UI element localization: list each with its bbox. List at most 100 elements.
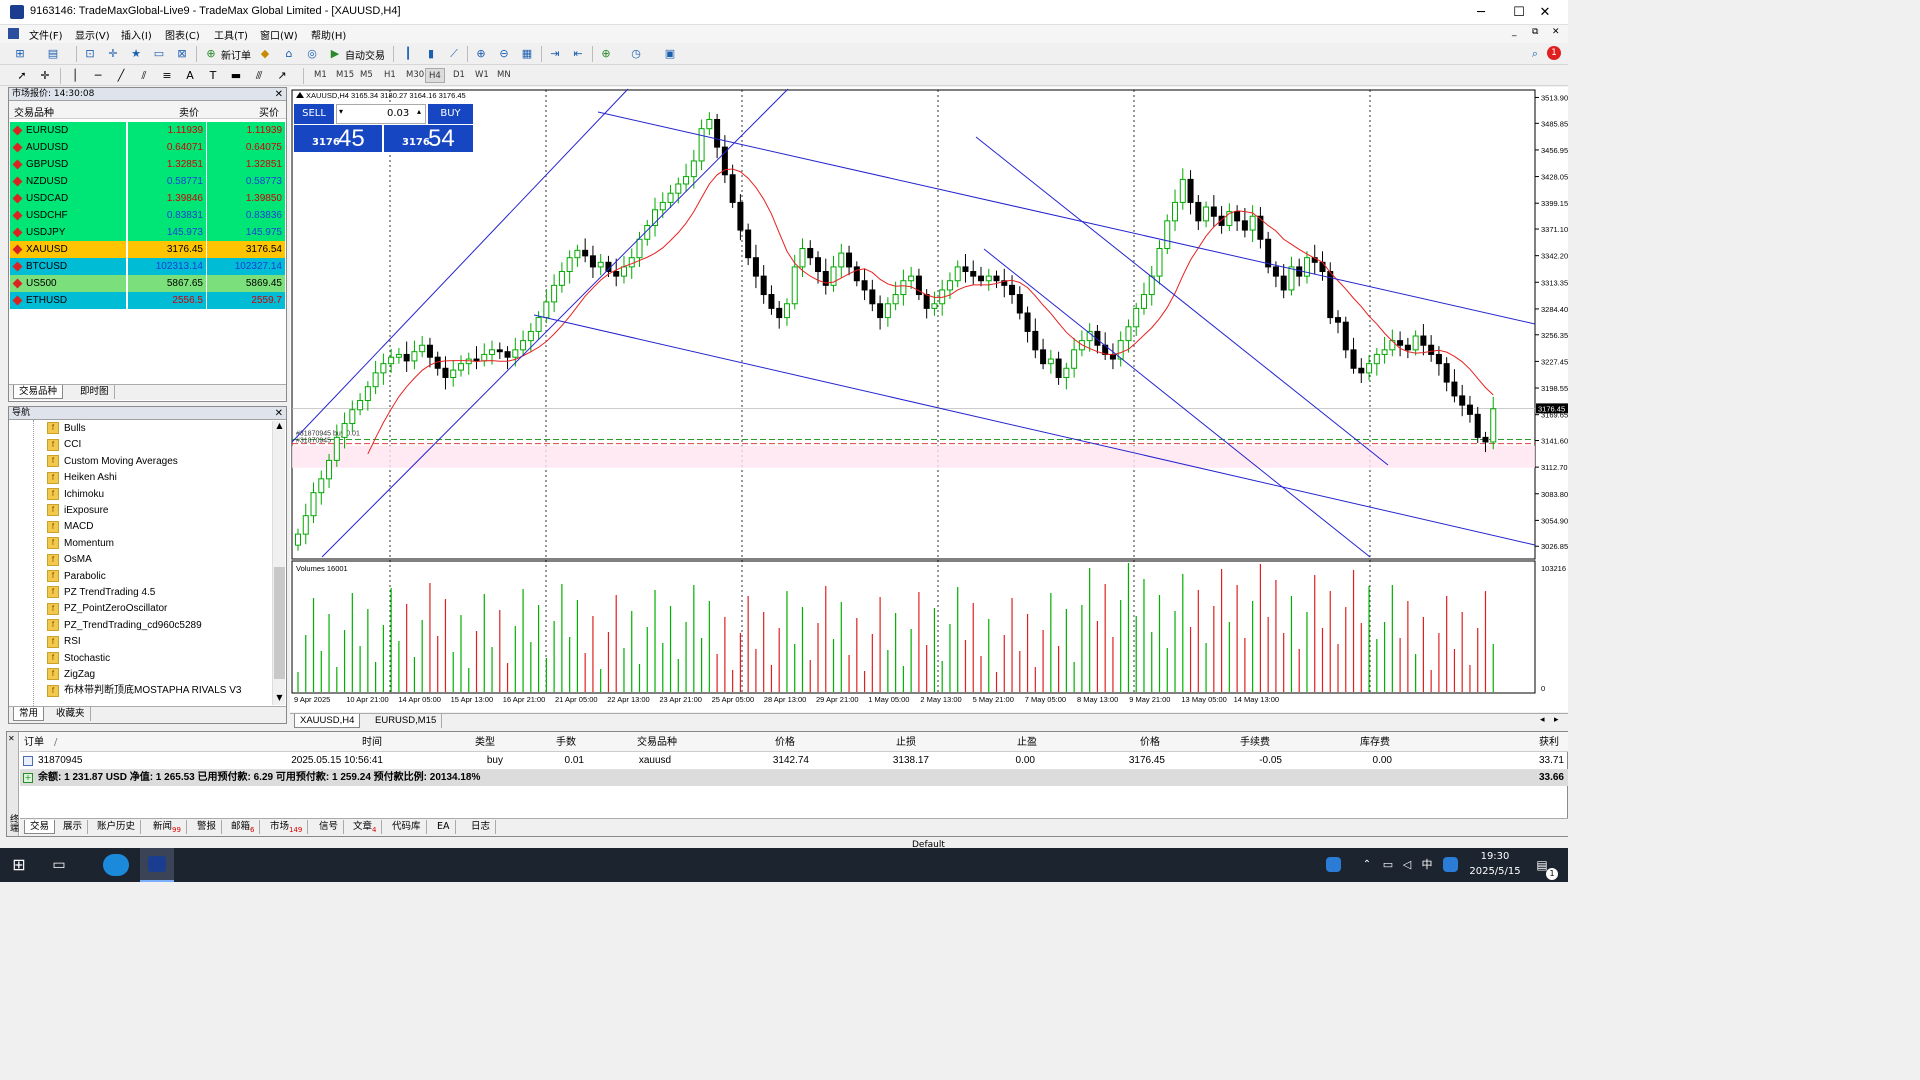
navigator-item[interactable]: f Custom Moving Averages: [47, 454, 178, 470]
indicators-icon[interactable]: ⊕: [598, 46, 614, 62]
terminal-tab[interactable]: 日志: [466, 820, 497, 834]
col-sl[interactable]: 止损: [896, 734, 916, 751]
col-symbol[interactable]: 交易品种: [14, 104, 54, 119]
col-symbol[interactable]: 交易品种: [637, 734, 677, 751]
tf-w1[interactable]: W1: [472, 68, 492, 83]
lot-decrease-icon[interactable]: ▾: [339, 107, 343, 116]
task-view-icon[interactable]: ▭: [46, 848, 72, 882]
vline-icon[interactable]: │: [67, 68, 83, 84]
close-icon[interactable]: ✕: [8, 734, 15, 743]
tester-icon[interactable]: ⊠: [174, 46, 190, 62]
market-watch-icon[interactable]: ⊡: [82, 46, 98, 62]
notification-badge[interactable]: 1: [1547, 46, 1561, 60]
mt4-taskbar-button[interactable]: [140, 848, 174, 882]
mdi-close-icon[interactable]: ✕: [1552, 27, 1560, 37]
col-time[interactable]: 时间: [362, 734, 382, 751]
col-ask[interactable]: 买价: [259, 104, 279, 119]
market-watch-row[interactable]: AUDUSD 0.64071 0.64075: [10, 139, 285, 156]
navigator-item[interactable]: f OsMA: [47, 552, 92, 568]
tab-favorites[interactable]: 收藏夹: [51, 707, 91, 721]
new-order-icon[interactable]: ⊕: [203, 46, 219, 62]
auto-trading-icon[interactable]: ▶: [327, 46, 343, 62]
channel-icon[interactable]: ⫽: [136, 68, 152, 84]
market-watch-row[interactable]: EURUSD 1.11939 1.11939: [10, 122, 285, 139]
tf-d1[interactable]: D1: [450, 68, 468, 83]
navigator-item[interactable]: f Ichimoku: [47, 487, 104, 503]
scroll-up-icon[interactable]: ▲: [274, 421, 285, 433]
chart-tab-eurusd[interactable]: EURUSD,M15: [370, 714, 443, 728]
buy-price-button[interactable]: 3176 54: [384, 125, 473, 152]
auto-trading-button[interactable]: 自动交易: [345, 47, 385, 62]
bar-chart-icon[interactable]: ┃: [400, 46, 416, 62]
navigator-item[interactable]: f 布林带判断顶底MOSTAPHA RIVALS V3: [47, 683, 241, 699]
col-open-price[interactable]: 价格: [775, 734, 795, 751]
terminal-tab[interactable]: 交易: [24, 820, 56, 834]
status-profile[interactable]: Default: [912, 840, 945, 848]
tf-m15[interactable]: M15: [333, 68, 357, 83]
sell-button[interactable]: SELL: [294, 104, 334, 124]
ime-indicator[interactable]: 中: [1418, 848, 1436, 882]
hline-icon[interactable]: ─: [90, 68, 106, 84]
cursor-icon[interactable]: ➚: [14, 68, 30, 84]
scroll-down-icon[interactable]: ▼: [274, 693, 285, 705]
navigator-item[interactable]: f RSI: [47, 634, 81, 650]
tab-common[interactable]: 常用: [13, 707, 45, 721]
navigator-item[interactable]: f iExposure: [47, 503, 108, 519]
tray-up-icon[interactable]: ⌃: [1360, 848, 1374, 882]
tf-m5[interactable]: M5: [357, 68, 376, 83]
tab-tick-chart[interactable]: 即时图: [75, 385, 115, 399]
lot-increase-icon[interactable]: ▴: [417, 107, 421, 116]
new-order-button[interactable]: 新订单: [221, 47, 251, 62]
fibo-icon[interactable]: ≡: [159, 68, 175, 84]
terminal-tab[interactable]: 信号: [314, 820, 345, 834]
market-watch-row[interactable]: GBPUSD 1.32851 1.32851: [10, 156, 285, 173]
clock-time[interactable]: 19:30: [1462, 851, 1528, 865]
col-type[interactable]: 类型: [475, 734, 495, 751]
data-window-icon[interactable]: ✛: [105, 46, 121, 62]
navigator-item[interactable]: f PZ_PointZeroOscillator: [47, 601, 167, 617]
terminal-tab[interactable]: 警报: [192, 820, 223, 834]
close-icon[interactable]: ✕: [275, 407, 283, 420]
menu-tools[interactable]: 工具(T): [214, 27, 248, 42]
label-icon[interactable]: T: [205, 68, 221, 84]
arrows-icon[interactable]: ↗: [274, 68, 290, 84]
autoscroll-icon[interactable]: ⇥: [547, 46, 563, 62]
terminal-tab[interactable]: 新闻99: [148, 820, 187, 834]
navigator-item[interactable]: f PZ TrendTrading 4.5: [47, 585, 155, 601]
sell-price-button[interactable]: 3176 45: [294, 125, 382, 152]
terminal-tab[interactable]: EA: [432, 820, 456, 834]
navigator-icon[interactable]: ★: [128, 46, 144, 62]
qq-icon[interactable]: [1326, 857, 1341, 872]
close-button[interactable]: ✕: [1522, 0, 1568, 25]
terminal-tab[interactable]: 邮箱6: [226, 820, 261, 834]
new-chart-icon[interactable]: ⊞: [12, 46, 28, 62]
tf-m30[interactable]: M30: [403, 68, 427, 83]
close-icon[interactable]: ✕: [275, 88, 283, 101]
start-icon[interactable]: ⊞: [6, 848, 32, 882]
tf-mn[interactable]: MN: [494, 68, 514, 83]
market-watch-row[interactable]: ETHUSD 2556.5 2559.7: [10, 292, 285, 309]
candle-chart-icon[interactable]: ▮: [423, 46, 439, 62]
market-watch-row[interactable]: USDJPY 145.973 145.975: [10, 224, 285, 241]
tile-icon[interactable]: ▦: [519, 46, 535, 62]
mdi-min-icon[interactable]: _: [1512, 27, 1517, 37]
crosshair-icon[interactable]: ✛: [37, 68, 53, 84]
clock-date[interactable]: 2025/5/15: [1462, 866, 1528, 880]
menu-view[interactable]: 显示(V): [75, 27, 110, 42]
market-watch-row[interactable]: XAUUSD 3176.45 3176.54: [10, 241, 285, 258]
zoom-out-icon[interactable]: ⊖: [496, 46, 512, 62]
price-chart[interactable]: 3513.90 3485.85 3456.95 3428.05 3399.15 3371.…: [290, 87, 1568, 712]
input-method-icon[interactable]: [1443, 857, 1458, 872]
menu-charts[interactable]: 图表(C): [165, 27, 200, 42]
col-profit[interactable]: 获利: [1539, 734, 1559, 751]
signals-icon[interactable]: ⌂: [281, 46, 297, 62]
terminal-tab[interactable]: 展示: [58, 820, 89, 834]
gann-icon[interactable]: ⫻: [251, 68, 267, 84]
col-commission[interactable]: 手续费: [1240, 734, 1270, 751]
tab-left-icon[interactable]: ◂: [1540, 715, 1545, 725]
market-watch-row[interactable]: US500 5867.65 5869.45: [10, 275, 285, 292]
terminal-tab[interactable]: 代码库: [387, 820, 427, 834]
market-watch-row[interactable]: USDCAD 1.39846 1.39850: [10, 190, 285, 207]
navigator-item[interactable]: f PZ_TrendTrading_cd960c5289: [47, 618, 202, 634]
menu-insert[interactable]: 插入(I): [121, 27, 152, 42]
